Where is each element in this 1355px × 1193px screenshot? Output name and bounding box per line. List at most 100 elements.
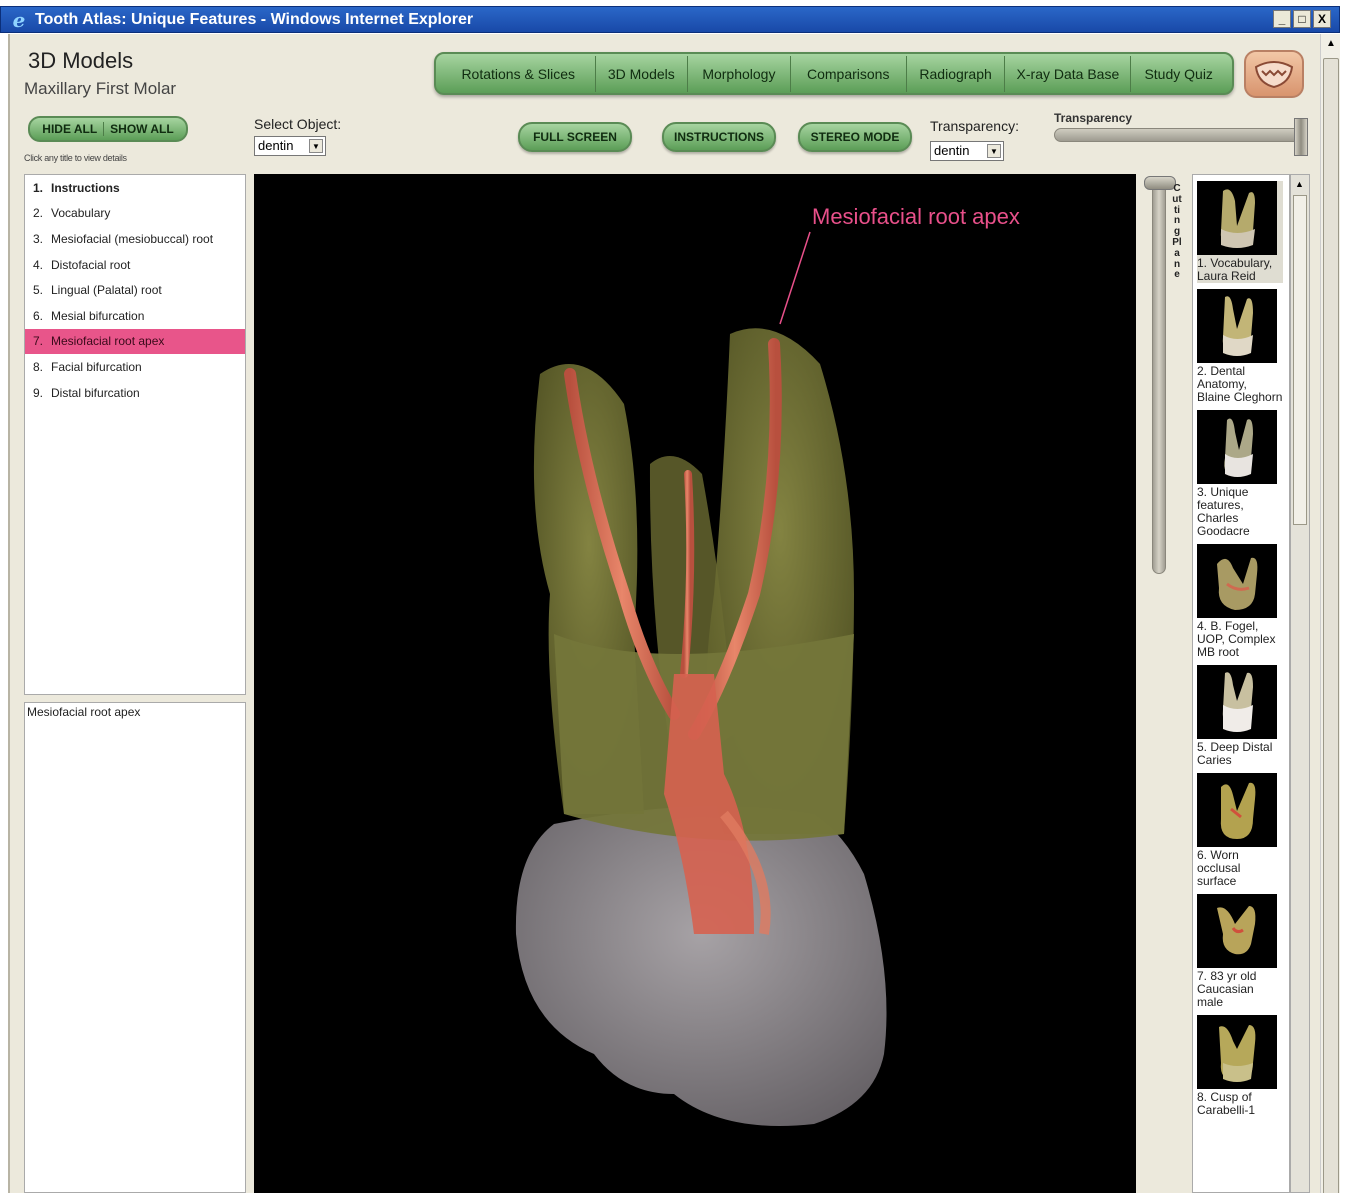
window-controls: _ □ X: [1273, 10, 1331, 28]
list-item[interactable]: 8. Facial bifurcation: [25, 354, 245, 380]
hide-show-group: HIDE ALL SHOW ALL: [28, 116, 188, 142]
tooth-thumbnail-image: [1217, 906, 1256, 955]
item-number: 8.: [33, 359, 44, 374]
scrollbar-thumb[interactable]: [1323, 58, 1339, 1193]
cutting-plane-track[interactable]: [1152, 182, 1166, 574]
select-object-label: Select Object:: [254, 116, 342, 132]
item-number: 5.: [33, 283, 44, 298]
tab-xray-database[interactable]: X-ray Data Base: [1005, 55, 1132, 92]
list-item-selected[interactable]: 7. Mesiofacial root apex: [25, 328, 245, 355]
close-button[interactable]: X: [1313, 10, 1331, 28]
tooth-thumbnail-image: [1220, 189, 1255, 248]
main-nav: Rotations & Slices 3D Models Morphology …: [434, 52, 1234, 95]
thumbnail-caption: 3. Unique features, Charles Goodacre: [1197, 485, 1250, 538]
item-label: Distofacial root: [51, 257, 131, 272]
minimize-button[interactable]: _: [1273, 10, 1291, 28]
thumbnail-item[interactable]: 4. B. Fogel, UOP, Complex MB root: [1197, 544, 1283, 659]
item-number: 7.: [33, 334, 44, 349]
tooth-thumbnail-image: [1222, 296, 1253, 356]
list-item[interactable]: 5. Lingual (Palatal) root: [25, 277, 245, 303]
list-item[interactable]: 3. Mesiofacial (mesiobuccal) root: [25, 226, 245, 252]
tab-radiograph[interactable]: Radiograph: [907, 55, 1006, 92]
thumbnail-scrollbar-thumb[interactable]: [1293, 195, 1307, 525]
window-titlebar: e Tooth Atlas: Unique Features - Windows…: [0, 6, 1340, 33]
list-item[interactable]: 1. Instructions: [25, 175, 245, 201]
transparency-slider[interactable]: [1054, 128, 1304, 142]
transparency-dropdown[interactable]: dentin ▼: [930, 141, 1004, 161]
window-title: Tooth Atlas: Unique Features - Windows I…: [35, 10, 474, 28]
tooth-thumbnail-image: [1222, 672, 1253, 732]
item-number: 9.: [33, 385, 44, 400]
item-number: 6.: [33, 308, 44, 323]
thumbnail-item[interactable]: 2. Dental Anatomy, Blaine Cleghorn: [1197, 289, 1283, 404]
tooth-thumbnail-image: [1197, 665, 1277, 739]
item-label: Vocabulary: [51, 206, 111, 221]
window-scrollbar[interactable]: ▲: [1320, 34, 1340, 1193]
tooth-logo-icon[interactable]: [1244, 50, 1304, 98]
show-all-button[interactable]: SHOW ALL: [104, 122, 180, 136]
item-label: Mesiofacial (mesiobuccal) root: [51, 231, 214, 246]
item-label: Mesial bifurcation: [51, 308, 145, 323]
item-label: Facial bifurcation: [51, 359, 142, 374]
cutting-plane-slider[interactable]: Cutting Plane: [1142, 174, 1190, 574]
thumbnail-scrollbar[interactable]: ▲: [1290, 174, 1310, 1193]
tooth-thumbnail-image: [1217, 557, 1258, 610]
hide-all-button[interactable]: HIDE ALL: [36, 122, 105, 136]
tooth-thumbnail-image: [1197, 1015, 1277, 1089]
list-item[interactable]: 6. Mesial bifurcation: [25, 303, 245, 329]
tooth-thumbnail-image: [1197, 544, 1277, 618]
transparency-slider-label: Transparency: [1054, 111, 1133, 125]
maximize-button[interactable]: □: [1293, 10, 1311, 28]
list-item[interactable]: 9. Distal bifurcation: [25, 380, 245, 406]
hint-text: Click any title to view details: [24, 153, 127, 163]
thumbnail-caption: 2. Dental Anatomy, Blaine Cleghorn: [1197, 364, 1283, 404]
full-screen-button[interactable]: FULL SCREEN: [518, 122, 632, 152]
3d-viewer[interactable]: Mesiofacial root apex: [254, 174, 1136, 1193]
thumbnail-caption: 1. Vocabulary, Laura Reid: [1197, 256, 1273, 283]
thumbnail-item[interactable]: 8. Cusp of Carabelli-1: [1197, 1015, 1283, 1117]
thumbnail-caption: 6. Worn occlusal surface: [1197, 848, 1241, 888]
annotation-leader-line: [779, 231, 811, 325]
detail-title: Mesiofacial root apex: [27, 705, 141, 719]
thumbnail-caption: 7. 83 yr old Caucasian male: [1197, 969, 1257, 1009]
list-item[interactable]: 4. Distofacial root: [25, 252, 245, 278]
item-label: Instructions: [51, 180, 120, 195]
tooth-thumbnail-image: [1224, 418, 1253, 477]
detail-panel: Mesiofacial root apex: [24, 702, 246, 1193]
page-title: 3D Models: [28, 48, 134, 73]
tooth-model[interactable]: [254, 174, 1136, 1193]
thumbnail-caption: 4. B. Fogel, UOP, Complex MB root: [1197, 619, 1276, 659]
item-number: 1.: [33, 180, 44, 195]
scroll-up-icon[interactable]: ▲: [1324, 38, 1338, 54]
page-subtitle: Maxillary First Molar: [24, 79, 177, 98]
item-number: 3.: [33, 231, 44, 246]
tab-rotations-slices[interactable]: Rotations & Slices: [442, 55, 596, 92]
thumbnail-gallery: 1. Vocabulary, Laura Reid 2. Dental Anat…: [1192, 174, 1290, 1193]
item-label: Mesiofacial root apex: [51, 334, 165, 349]
item-number: 4.: [33, 257, 44, 272]
instructions-button[interactable]: INSTRUCTIONS: [662, 122, 776, 152]
tooth-logo-graphic: [1254, 61, 1294, 89]
transparency-slider-thumb[interactable]: [1294, 118, 1308, 156]
chevron-down-icon[interactable]: ▼: [987, 144, 1001, 158]
scroll-up-icon[interactable]: ▲: [1295, 179, 1304, 189]
select-object-dropdown[interactable]: dentin ▼: [254, 136, 326, 156]
thumbnail-item[interactable]: 3. Unique features, Charles Goodacre: [1197, 410, 1283, 538]
thumbnail-item[interactable]: 7. 83 yr old Caucasian male: [1197, 894, 1283, 1009]
list-item[interactable]: 2. Vocabulary: [25, 201, 245, 227]
chevron-down-icon[interactable]: ▼: [309, 139, 323, 153]
tab-morphology[interactable]: Morphology: [688, 55, 791, 92]
ie-icon: e: [12, 7, 26, 32]
tab-study-quiz[interactable]: Study Quiz: [1131, 56, 1226, 92]
thumbnail-item[interactable]: 1. Vocabulary, Laura Reid: [1197, 181, 1283, 283]
select-object-value: dentin: [258, 138, 294, 153]
tooth-thumbnail-image: [1197, 410, 1277, 484]
tab-3d-models[interactable]: 3D Models: [596, 55, 689, 92]
tab-comparisons[interactable]: Comparisons: [791, 55, 907, 92]
stereo-mode-button[interactable]: STEREO MODE: [798, 122, 912, 152]
tooth-thumbnail-image: [1197, 289, 1277, 363]
thumbnail-item[interactable]: 5. Deep Distal Caries: [1197, 665, 1283, 767]
thumbnail-item[interactable]: 6. Worn occlusal surface: [1197, 773, 1283, 888]
annotation-label: Mesiofacial root apex: [812, 204, 1020, 229]
thumbnail-caption: 8. Cusp of Carabelli-1: [1197, 1090, 1256, 1117]
